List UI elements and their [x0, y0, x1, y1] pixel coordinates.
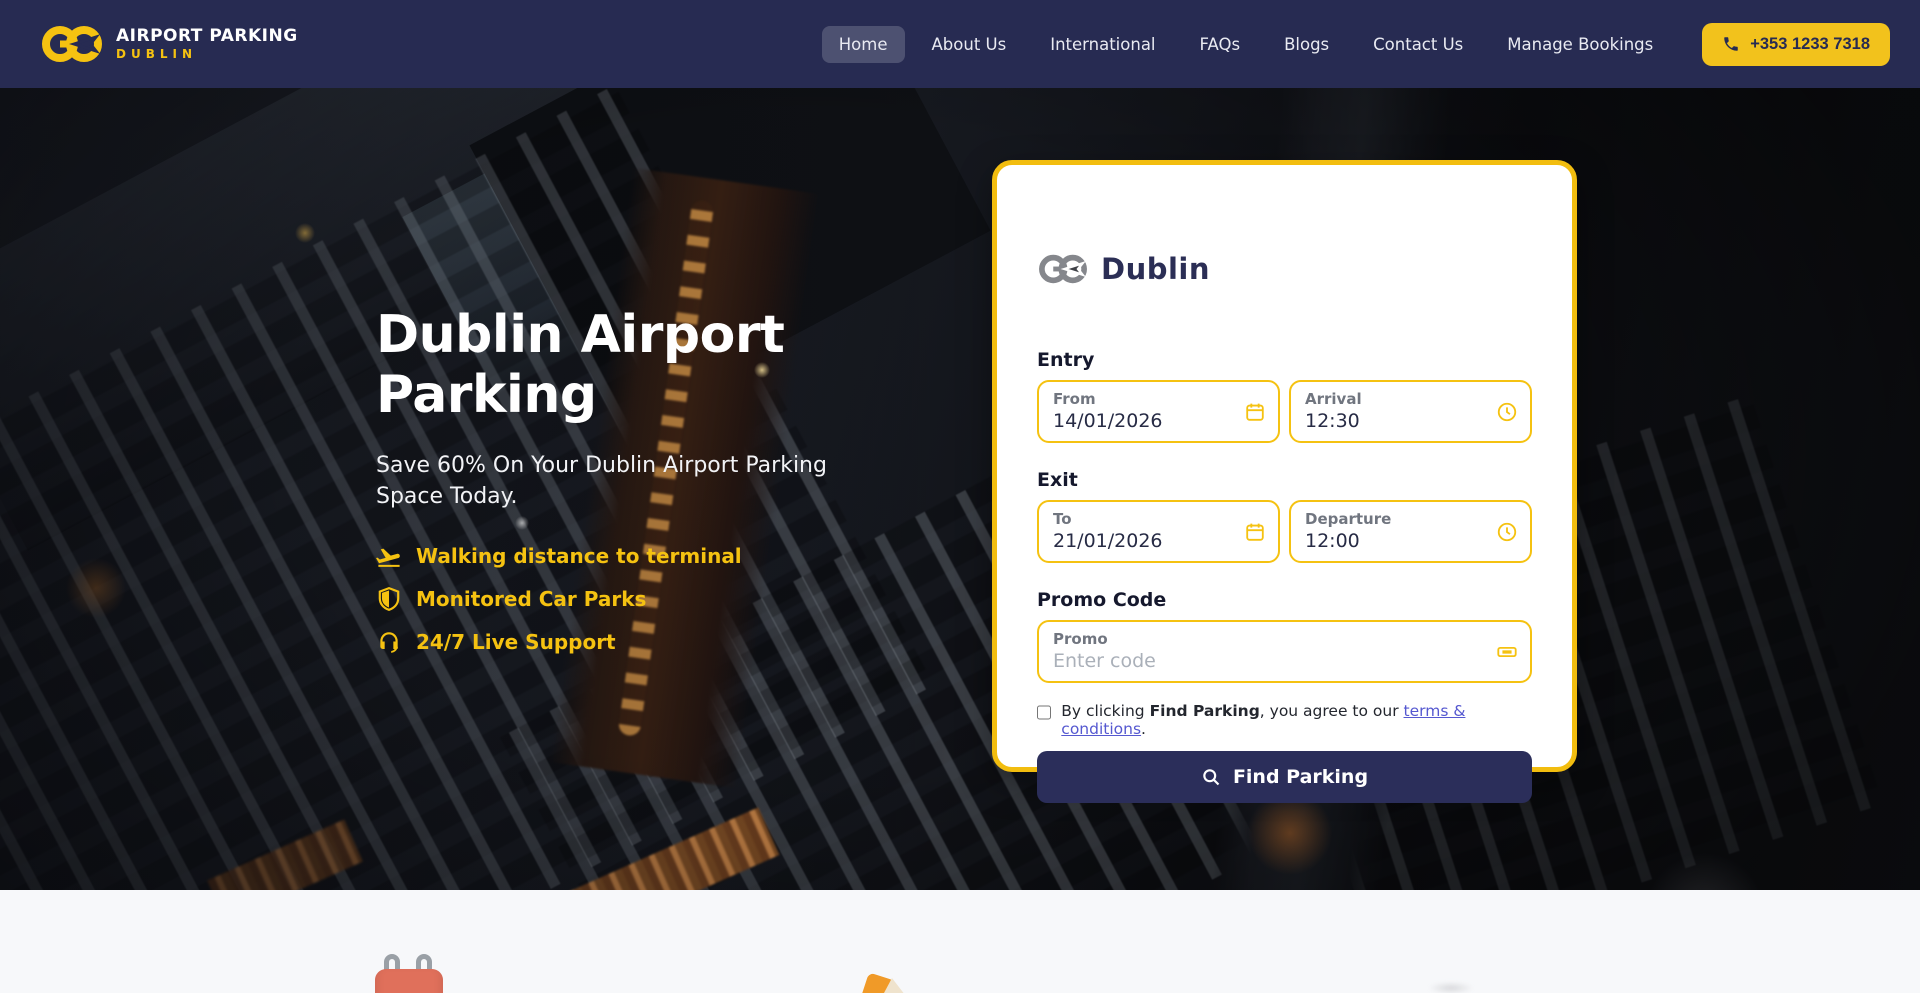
- brand-city: DUBLIN: [116, 48, 298, 61]
- entry-heading: Entry: [1037, 349, 1532, 371]
- shield-icon: [376, 586, 402, 612]
- entry-date-field[interactable]: From: [1037, 380, 1280, 443]
- brand-logo[interactable]: AIRPORT PARKING DUBLIN: [40, 23, 298, 65]
- find-parking-label: Find Parking: [1233, 766, 1368, 788]
- exit-time-input[interactable]: [1305, 528, 1490, 552]
- feature-label: Monitored Car Parks: [416, 587, 646, 611]
- exit-date-field[interactable]: To: [1037, 500, 1280, 563]
- nav-item-about-us[interactable]: About Us: [915, 26, 1024, 63]
- nav-item-blogs[interactable]: Blogs: [1267, 26, 1346, 63]
- hero-background-photo: [0, 88, 1920, 890]
- nav-item-manage-bookings[interactable]: Manage Bookings: [1490, 26, 1670, 63]
- feature-label: 24/7 Live Support: [416, 630, 616, 654]
- nav-item-contact-us[interactable]: Contact Us: [1356, 26, 1480, 63]
- calendar-icon: [1244, 521, 1266, 543]
- promo-heading: Promo Code: [1037, 589, 1532, 611]
- card-brand: Dublin: [1037, 251, 1532, 287]
- calendar-3d-illustration: [375, 954, 443, 993]
- clock-icon: [1496, 401, 1518, 423]
- plane-takeoff-icon: [376, 543, 402, 569]
- pencil-3d-illustration: [864, 972, 910, 993]
- feature-support: 24/7 Live Support: [376, 629, 896, 655]
- entry-date-input[interactable]: [1053, 408, 1238, 432]
- brand-name: AIRPORT PARKING: [116, 27, 298, 46]
- phone-icon: [1722, 35, 1740, 53]
- entry-time-field[interactable]: Arrival: [1289, 380, 1532, 443]
- go-logo-icon: [40, 23, 104, 65]
- find-parking-button[interactable]: Find Parking: [1037, 751, 1532, 803]
- nav-item-international[interactable]: International: [1033, 26, 1172, 63]
- feature-walking-distance: Walking distance to terminal: [376, 543, 896, 569]
- promo-field[interactable]: Promo: [1037, 620, 1532, 683]
- entry-time-input[interactable]: [1305, 408, 1490, 432]
- promo-label: Promo: [1053, 630, 1490, 648]
- entry-time-label: Arrival: [1305, 390, 1490, 408]
- search-icon: [1201, 767, 1221, 787]
- navbar: AIRPORT PARKING DUBLIN Home About Us Int…: [0, 0, 1920, 88]
- hero-copy: Dublin Airport Parking Save 60% On Your …: [376, 306, 896, 655]
- card-brand-name: Dublin: [1101, 252, 1210, 286]
- nav-item-faqs[interactable]: FAQs: [1183, 26, 1258, 63]
- decorative-smudge: [1428, 982, 1474, 993]
- exit-time-label: Departure: [1305, 510, 1490, 528]
- hero-subtitle: Save 60% On Your Dublin Airport Parking …: [376, 450, 866, 514]
- terms-row: By clicking Find Parking, you agree to o…: [1037, 702, 1532, 738]
- headset-icon: [376, 629, 402, 655]
- feature-label: Walking distance to terminal: [416, 544, 742, 568]
- calendar-icon: [1244, 401, 1266, 423]
- feature-monitored: Monitored Car Parks: [376, 586, 896, 612]
- entry-date-label: From: [1053, 390, 1238, 408]
- page-title: Dublin Airport Parking: [376, 306, 806, 426]
- clock-icon: [1496, 521, 1518, 543]
- exit-date-input[interactable]: [1053, 528, 1238, 552]
- content-section: [0, 890, 1920, 993]
- booking-form-card: Dublin Entry From Arrival Exit: [992, 160, 1577, 772]
- phone-button[interactable]: +353 1233 7318: [1702, 23, 1890, 66]
- go-logo-icon: [1037, 251, 1089, 287]
- promo-input[interactable]: [1053, 648, 1490, 672]
- ticket-icon: [1496, 641, 1518, 663]
- exit-time-field[interactable]: Departure: [1289, 500, 1532, 563]
- terms-text: By clicking Find Parking, you agree to o…: [1061, 702, 1532, 738]
- hero-section: Dublin Airport Parking Save 60% On Your …: [0, 88, 1920, 890]
- exit-heading: Exit: [1037, 469, 1532, 491]
- phone-number: +353 1233 7318: [1750, 35, 1870, 54]
- terms-checkbox[interactable]: [1037, 705, 1051, 720]
- nav-item-home[interactable]: Home: [822, 26, 905, 63]
- exit-date-label: To: [1053, 510, 1238, 528]
- feature-list: Walking distance to terminal Monitored C…: [376, 543, 896, 655]
- nav-menu: Home About Us International FAQs Blogs C…: [822, 23, 1890, 66]
